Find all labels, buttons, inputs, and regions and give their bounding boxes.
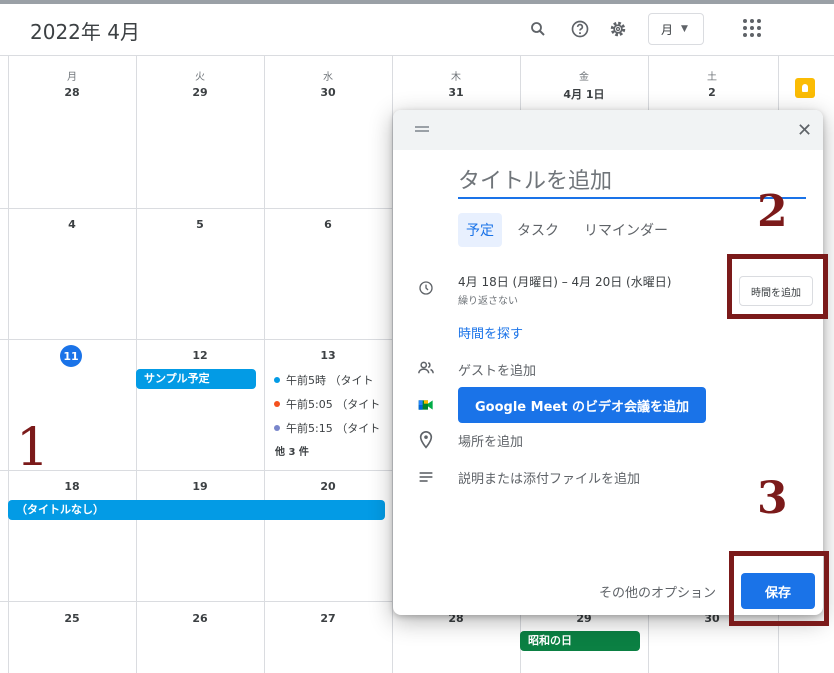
add-location-field[interactable]: 場所を追加: [458, 431, 523, 450]
dow-label: 水: [323, 72, 333, 83]
tab-task[interactable]: タスク: [509, 213, 567, 247]
day-number[interactable]: 2: [648, 86, 776, 99]
event-chip-sample[interactable]: サンプル予定: [136, 369, 256, 389]
add-guests-field[interactable]: ゲストを追加: [458, 360, 536, 379]
event-label: 午前5:05 （タイト: [286, 398, 381, 411]
search-icon[interactable]: [525, 16, 551, 42]
dow-label: 火: [195, 72, 205, 83]
dialog-header: ✕: [393, 110, 823, 150]
day-number[interactable]: 4月 1日: [520, 86, 648, 102]
event-chip-untitled[interactable]: （タイトルなし）: [8, 500, 385, 520]
close-icon[interactable]: ✕: [797, 120, 812, 141]
add-meet-button[interactable]: Google Meet のビデオ会議を追加: [458, 387, 706, 423]
event-dot: [274, 377, 280, 383]
dow-label: 月: [67, 72, 77, 83]
day-number[interactable]: 6: [264, 218, 392, 231]
find-time-link[interactable]: 時間を探す: [458, 323, 523, 342]
day-number[interactable]: 18: [8, 480, 136, 493]
day-number[interactable]: 28: [8, 86, 136, 99]
dow-label: 金: [579, 72, 589, 83]
date-range[interactable]: 4月 18日 (月曜日) – 4月 20日 (水曜日): [458, 273, 671, 290]
day-number[interactable]: 4: [8, 218, 136, 231]
event-chip-holiday[interactable]: 昭和の日: [520, 631, 640, 651]
tab-event[interactable]: 予定: [458, 213, 502, 247]
dow-label: 土: [707, 72, 717, 83]
day-number[interactable]: 5: [136, 218, 264, 231]
google-meet-icon: [416, 395, 436, 415]
event-item[interactable]: 午前5時 （タイト: [274, 372, 374, 388]
day-number[interactable]: 19: [136, 480, 264, 493]
day-number[interactable]: 13: [264, 349, 392, 362]
event-label: 午前5時 （タイト: [286, 374, 374, 387]
drag-handle-icon[interactable]: [415, 126, 429, 132]
annotation-box: [727, 254, 828, 319]
annotation-box: [729, 551, 829, 626]
event-title-input[interactable]: [458, 165, 806, 199]
day-number[interactable]: 31: [392, 86, 520, 99]
annotation-number: 3: [757, 473, 788, 524]
clock-icon: [416, 278, 436, 298]
more-events-link[interactable]: 他 3 件: [275, 443, 309, 458]
dow-label: 木: [451, 72, 461, 83]
view-label: 月: [661, 22, 674, 37]
location-pin-icon: [416, 430, 436, 450]
view-selector[interactable]: 月 ▼: [648, 13, 704, 45]
guests-icon: [416, 358, 436, 378]
apps-grid-icon[interactable]: [740, 16, 764, 40]
day-number[interactable]: 26: [136, 612, 264, 625]
more-options-button[interactable]: その他のオプション: [599, 582, 716, 601]
top-bar: 2022年 4月 月 ▼: [0, 0, 834, 56]
day-number[interactable]: 12: [136, 349, 264, 362]
day-number[interactable]: 27: [264, 612, 392, 625]
settings-gear-icon[interactable]: [605, 16, 631, 42]
day-number[interactable]: 29: [136, 86, 264, 99]
description-icon: [416, 467, 436, 487]
event-item[interactable]: 午前5:15 （タイト: [274, 420, 380, 436]
event-dot: [274, 401, 280, 407]
today-day-number[interactable]: 11: [60, 345, 82, 367]
annotation-number: 1: [16, 418, 50, 478]
day-number[interactable]: 30: [264, 86, 392, 99]
help-icon[interactable]: [567, 16, 593, 42]
repeat-setting[interactable]: 繰り返さない: [458, 292, 518, 307]
day-number[interactable]: 20: [264, 480, 392, 493]
tab-reminder[interactable]: リマインダー: [576, 213, 676, 247]
event-dot: [274, 425, 280, 431]
event-label: 午前5:15 （タイト: [286, 422, 381, 435]
keep-icon[interactable]: [795, 78, 815, 98]
annotation-number: 2: [757, 186, 788, 237]
page-title: 2022年 4月: [30, 20, 140, 44]
event-item[interactable]: 午前5:05 （タイト: [274, 396, 380, 412]
day-number[interactable]: 25: [8, 612, 136, 625]
add-description-field[interactable]: 説明または添付ファイルを追加: [458, 468, 640, 487]
chevron-down-icon: ▼: [681, 24, 688, 34]
